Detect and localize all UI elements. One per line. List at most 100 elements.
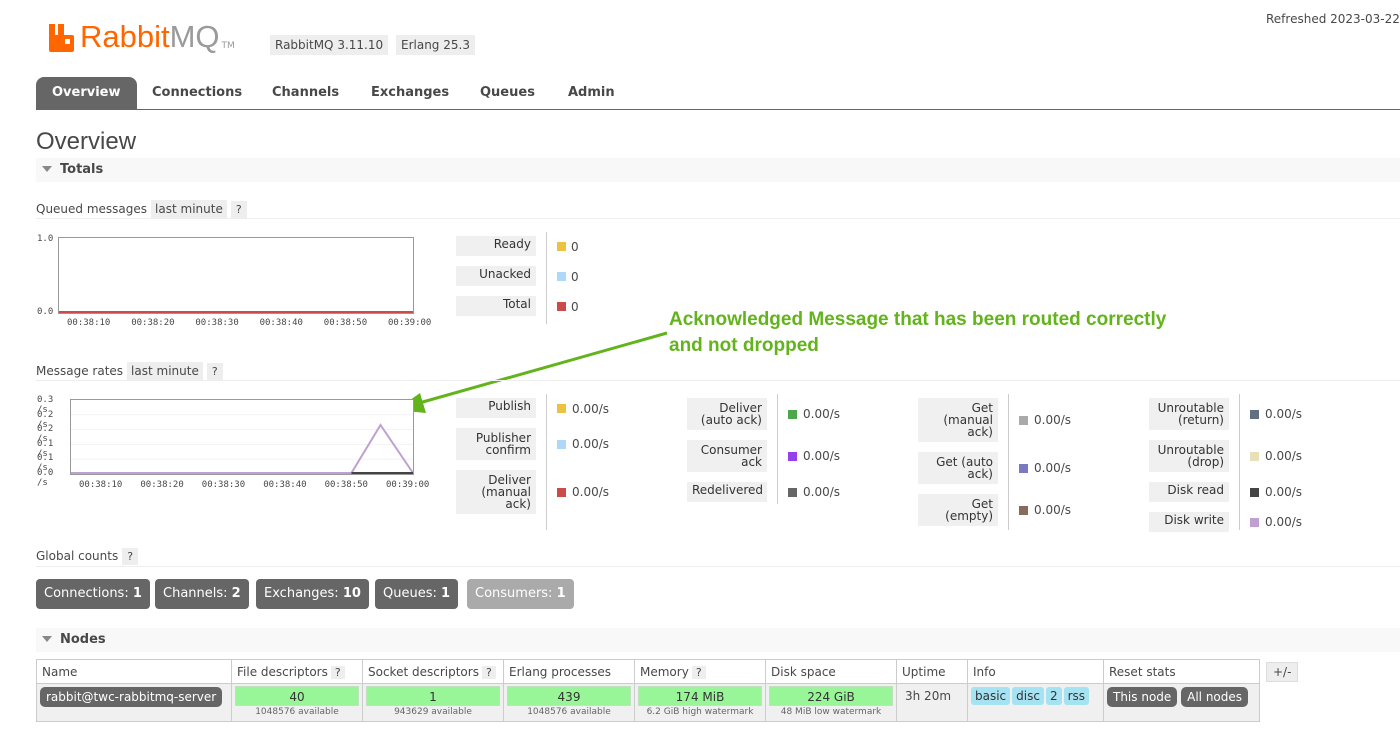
legend-value-publish: 0.00/s xyxy=(572,402,610,416)
erlang-processes-cell: 439 1048576 available xyxy=(503,683,635,722)
legend-label-deliver-auto-ack: Deliver (auto ack) xyxy=(687,398,767,430)
memory-watermark: 6.2 GiB high watermark xyxy=(646,707,754,717)
node-name-link[interactable]: rabbit@twc-rabbitmq-server xyxy=(40,687,223,707)
legend-value-disk-write: 0.00/s xyxy=(1265,515,1303,529)
legend-label-get-manual-ack: Get (manual ack) xyxy=(918,398,998,442)
legend-label-unacked: Unacked xyxy=(456,266,536,286)
rates-x-axis: 00:38:10 00:38:20 00:38:30 00:38:40 00:38:50… xyxy=(70,480,429,492)
x-tick-label: 00:38:10 xyxy=(67,318,111,328)
legend-value-publisher-confirm: 0.00/s xyxy=(572,437,610,451)
x-tick-label: 00:38:20 xyxy=(140,480,184,490)
collapse-triangle-icon xyxy=(42,636,52,642)
legend-swatch-publish xyxy=(557,404,566,413)
legend-label-get-auto-ack: Get (auto ack) xyxy=(918,452,998,484)
rates-help-button[interactable]: ? xyxy=(206,363,223,380)
legend-divider xyxy=(546,394,547,530)
memory-cell: 174 MiB 6.2 GiB high watermark xyxy=(634,683,766,722)
socket-descriptors-bar: 1 xyxy=(366,686,500,706)
legend-label-total: Total xyxy=(456,296,536,316)
exchanges-count-button[interactable]: Exchanges: 10 xyxy=(256,579,369,609)
tab-exchanges[interactable]: Exchanges xyxy=(355,77,465,109)
logo-trademark: TM xyxy=(221,41,235,51)
legend-value-total: 0 xyxy=(571,300,579,314)
legend-value-unroutable-drop: 0.00/s xyxy=(1265,449,1303,463)
divider xyxy=(36,380,1400,381)
legend-swatch-total xyxy=(557,302,566,311)
queued-x-axis: 00:38:10 00:38:20 00:38:30 00:38:40 00:38:50… xyxy=(58,318,431,330)
tab-overview[interactable]: Overview xyxy=(36,77,137,109)
memory-bar: 174 MiB xyxy=(638,686,762,706)
legend-divider xyxy=(1239,394,1240,530)
tab-connections[interactable]: Connections xyxy=(136,77,258,109)
disk-space-bar: 224 GiB xyxy=(769,686,893,706)
column-header-erlang-processes: Erlang processes xyxy=(503,659,635,684)
file-descriptors-bar: 40 xyxy=(235,686,359,706)
legend-label-consumer-ack: Consumer ack xyxy=(687,440,767,472)
nodes-section-header[interactable]: Nodes xyxy=(36,628,1400,652)
column-header-file-descriptors: File descriptors? xyxy=(231,659,363,684)
y-tick-label: 0.0 /s xyxy=(37,468,54,488)
reset-stats-cell: This node All nodes xyxy=(1103,683,1260,722)
file-descriptors-cell: 40 1048576 available xyxy=(231,683,363,722)
consumers-count-button[interactable]: Consumers: 1 xyxy=(467,579,574,609)
legend-label-redelivered: Redelivered xyxy=(687,482,767,502)
tab-queues[interactable]: Queues xyxy=(464,77,551,109)
help-button[interactable]: ? xyxy=(330,665,345,679)
rates-range-selector[interactable]: last minute xyxy=(127,362,203,380)
help-button[interactable]: ? xyxy=(691,665,706,679)
column-header-memory: Memory? xyxy=(634,659,766,684)
rates-y-axis: 0.3 /s 0.2 /s 0.2 /s 0.1 /s 0.1 /s 0.0 /s xyxy=(37,395,69,488)
global-counts-label: Global counts? xyxy=(36,548,139,565)
channels-count-button[interactable]: Channels: 2 xyxy=(155,579,249,609)
info-tag-basic: basic xyxy=(971,687,1011,705)
legend-swatch-disk-write xyxy=(1250,518,1259,527)
queued-messages-chart xyxy=(58,237,414,314)
legend-swatch-unacked xyxy=(557,272,566,281)
tab-admin[interactable]: Admin xyxy=(552,77,631,109)
x-tick-label: 00:38:40 xyxy=(259,318,303,328)
queues-count-button[interactable]: Queues: 1 xyxy=(375,579,459,609)
queued-messages-title: Queued messages xyxy=(36,202,148,216)
queued-help-button[interactable]: ? xyxy=(230,201,247,218)
tab-channels[interactable]: Channels xyxy=(256,77,355,109)
x-tick-label: 00:39:00 xyxy=(386,480,430,490)
erlang-processes-bar: 439 xyxy=(507,686,631,706)
legend-swatch-redelivered xyxy=(788,488,797,497)
legend-value-disk-read: 0.00/s xyxy=(1265,485,1303,499)
erlang-version: Erlang 25.3 xyxy=(396,35,475,55)
legend-swatch-unroutable-return xyxy=(1250,410,1259,419)
totals-title: Totals xyxy=(60,162,104,177)
legend-value-get-manual-ack: 0.00/s xyxy=(1034,413,1072,427)
queued-range-selector[interactable]: last minute xyxy=(151,200,227,218)
columns-toggle-button[interactable]: +/- xyxy=(1266,662,1299,682)
legend-swatch-get-auto-ack xyxy=(1019,464,1028,473)
chart-frame xyxy=(70,399,414,475)
x-tick-label: 00:38:50 xyxy=(324,480,368,490)
node-name-cell: rabbit@twc-rabbitmq-server xyxy=(36,683,232,722)
connections-count-button[interactable]: Connections: 1 xyxy=(36,579,150,609)
x-tick-label: 00:38:30 xyxy=(195,318,239,328)
legend-swatch-disk-read xyxy=(1250,488,1259,497)
nodes-table: Name File descriptors? Socket descriptor… xyxy=(36,659,1260,722)
queued-y-tick-bottom: 0.0 xyxy=(37,307,54,317)
legend-value-consumer-ack: 0.00/s xyxy=(803,449,841,463)
help-button[interactable]: ? xyxy=(481,665,496,679)
chart-frame xyxy=(58,237,414,314)
legend-value-unacked: 0 xyxy=(571,270,579,284)
legend-divider xyxy=(546,232,547,324)
socket-descriptors-available: 943629 available xyxy=(394,707,472,717)
logo-text-rabbit: Rabbit xyxy=(80,19,170,54)
legend-label-publish: Publish xyxy=(456,398,536,418)
disk-space-cell: 224 GiB 48 MiB low watermark xyxy=(765,683,897,722)
reset-this-node-button[interactable]: This node xyxy=(1107,687,1178,707)
rabbitmq-logo-icon xyxy=(49,24,74,52)
legend-value-redelivered: 0.00/s xyxy=(803,485,841,499)
legend-swatch-ready xyxy=(557,242,566,251)
column-header-reset-stats: Reset stats xyxy=(1103,659,1260,684)
rabbitmq-version: RabbitMQ 3.11.10 xyxy=(270,35,389,55)
global-counts-help-button[interactable]: ? xyxy=(122,548,139,565)
reset-all-nodes-button[interactable]: All nodes xyxy=(1181,687,1249,707)
legend-label-get-empty: Get (empty) xyxy=(918,494,998,526)
totals-section-header[interactable]: Totals xyxy=(36,158,1400,182)
legend-value-deliver-auto-ack: 0.00/s xyxy=(803,407,841,421)
